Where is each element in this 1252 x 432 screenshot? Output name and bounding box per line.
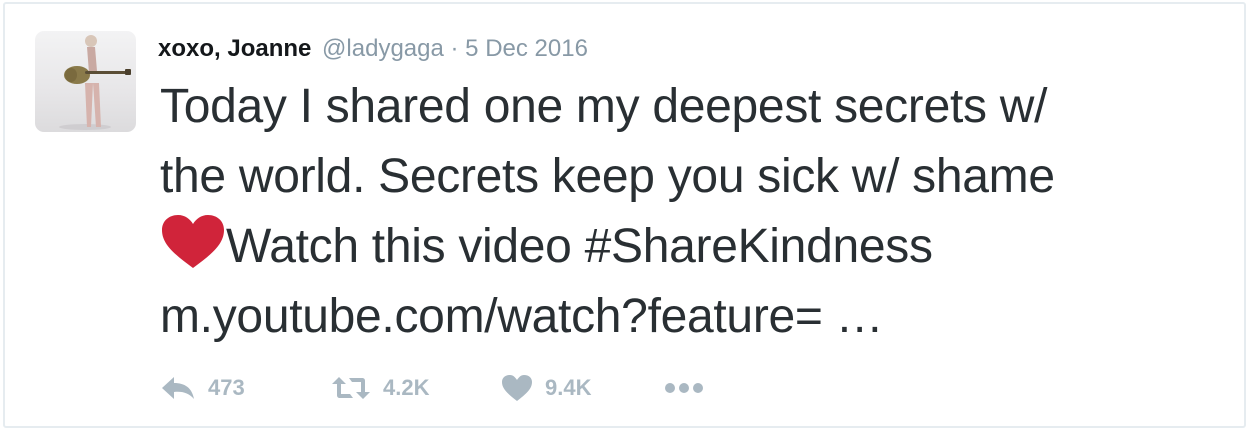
more-button[interactable] xyxy=(664,382,704,394)
tweet-date[interactable]: 5 Dec 2016 xyxy=(465,35,588,62)
red-heart-emoji-icon xyxy=(160,214,226,270)
avatar-image xyxy=(59,35,131,130)
display-name[interactable]: xoxo, Joanne xyxy=(158,35,311,62)
tweet-text-line-2: the world. Secrets keep you sick w/ sham… xyxy=(160,150,1055,203)
tweet-card[interactable]: xoxo, Joanne @ladygaga · 5 Dec 2016 Toda… xyxy=(3,2,1246,428)
tweet-text-line-1: Today I shared one my deepest secrets w/ xyxy=(160,80,1048,133)
reply-icon xyxy=(160,375,196,401)
reply-count: 473 xyxy=(208,375,245,400)
user-handle[interactable]: @ladygaga xyxy=(322,35,444,62)
hashtag-link[interactable]: #ShareKindness xyxy=(585,220,933,273)
tweet-header: xoxo, Joanne @ladygaga · 5 Dec 2016 xyxy=(158,34,588,64)
more-dots-icon xyxy=(664,382,704,394)
heart-icon xyxy=(501,374,533,402)
like-button[interactable]: 9.4K xyxy=(501,374,664,402)
avatar[interactable] xyxy=(35,31,136,132)
reply-button[interactable]: 473 xyxy=(160,375,331,401)
retweet-count: 4.2K xyxy=(383,375,430,400)
like-count: 9.4K xyxy=(545,375,592,400)
tweet-actions: 473 4.2K 9.4K xyxy=(160,370,704,406)
tweet-text: Today I shared one my deepest secrets w/… xyxy=(160,72,1230,352)
tweet-text-line-3: Watch this video #ShareKindness xyxy=(160,212,1230,282)
separator-dot: · xyxy=(450,35,459,62)
retweet-icon xyxy=(331,375,371,401)
tweet-text-line-4: m.youtube.com/watch?feature= … xyxy=(160,282,1230,352)
tweet-text-watch: Watch this video xyxy=(226,220,585,273)
youtube-link[interactable]: m.youtube.com/watch?feature= … xyxy=(160,290,884,343)
retweet-button[interactable]: 4.2K xyxy=(331,375,501,401)
